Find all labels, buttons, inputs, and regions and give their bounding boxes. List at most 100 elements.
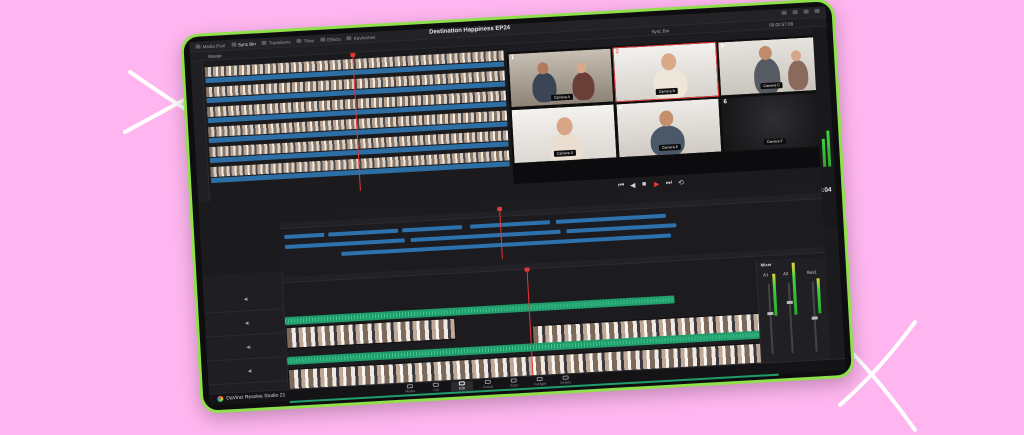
mixer-channel-a2: A2 [783,270,789,277]
play-icon[interactable]: ▶ [654,180,660,188]
camera-number: 3 [720,43,724,50]
quick-export-icon[interactable] [781,10,787,15]
titles-icon [296,38,302,44]
mini-clip[interactable] [469,220,551,229]
mixer-channel-a1: A1 [763,272,769,278]
camera-angle-6[interactable]: 6 Camera F [720,91,828,153]
camera-angle-3[interactable]: 3 Camera C [717,35,825,97]
track-header-a2[interactable]: ◀) [207,357,288,386]
stop-icon[interactable]: ■ [642,181,647,188]
viewer-header: Sync Bin [651,28,670,35]
mixer-channel-bus1: Bus1 [807,269,817,275]
camera-number: 1 [510,54,515,62]
nav-deliver[interactable]: Deliver [555,375,578,386]
nav-label: Edit [458,386,466,391]
tablet-device: Media Pool Sync Bin Transitions Titles E… [179,0,856,414]
audio-mixer: Mixer A1 A2 Bus1 [755,256,832,363]
nav-fusion[interactable]: Fusion [477,379,500,390]
skip-forward-icon[interactable]: ⏭ [666,179,673,187]
brand: DaVinci Resolve Studio 21 [217,392,286,403]
resolve-logo-icon [217,395,224,403]
play-reverse-icon[interactable]: ◀ [630,181,636,189]
nav-edit[interactable]: Edit [450,380,474,392]
camera-number: 4 [513,110,518,118]
tab-label: Titles [303,37,315,44]
mini-clip[interactable] [402,225,463,233]
nav-label: Media [405,389,416,394]
fader-knob[interactable] [767,311,774,316]
track-headers: ◀) ◀) ◀) ◀) [202,271,289,394]
meter-left [821,138,827,167]
mixer-toggle-icon[interactable] [803,9,809,14]
edit-icon [458,381,465,386]
camera-label: Camera A [550,93,574,101]
color-icon [510,378,517,383]
nav-cut[interactable]: Cut [425,382,448,393]
mini-clip[interactable] [555,213,666,224]
camera-label: Camera F [763,137,786,146]
tab-label: Keyframes [353,34,376,41]
person [649,124,686,158]
tab-transitions[interactable]: Transitions [261,38,291,46]
nav-label: Fairlight [533,381,547,387]
channel-level-meter [816,278,822,314]
speaker-icon[interactable]: ◀) [248,368,253,373]
loop-icon[interactable]: ⟲ [678,179,684,187]
mini-clip[interactable] [284,238,405,250]
fader-knob[interactable] [786,300,793,304]
camera-angle-1[interactable]: 1 Camera A [507,47,615,109]
camera-number: 2 [615,49,620,56]
mixer-title: Mixer [760,261,772,268]
tab-label: Media Pool [202,42,226,49]
mini-clip[interactable] [284,232,325,240]
tab-label: Transitions [268,38,291,46]
channel-level-meter [772,273,778,316]
brand-name: DaVinci Resolve Studio 21 [226,392,286,402]
upper-ruler [279,192,823,230]
source-header: Master [208,53,223,60]
media-icon [406,384,414,389]
channel-level-meter [791,262,798,315]
sync-bin-icon [230,42,237,47]
transitions-icon [261,40,267,46]
nav-label: Color [509,383,519,388]
mini-clip[interactable] [566,223,677,234]
viewer-timecode: 00:02:57:08 [769,21,794,28]
tab-titles[interactable]: Titles [296,38,314,44]
media-pool-icon [195,44,201,49]
tablet-frame: Media Pool Sync Bin Transitions Titles E… [179,0,856,414]
camera-label: Camera D [553,149,577,157]
skip-back-icon[interactable]: ⏮ [618,182,625,190]
effects-icon [320,37,326,42]
camera-angle-4[interactable]: 4 Camera D [510,103,618,165]
nav-label: Cut [433,387,439,392]
camera-label: Camera C [760,82,784,90]
camera-number: 5 [618,105,623,112]
tab-label: Effects [326,36,341,42]
source-tape[interactable] [190,44,511,202]
mini-clip[interactable] [328,228,399,237]
camera-label: Camera E [658,143,682,152]
fusion-icon [484,379,491,385]
tab-effects[interactable]: Effects [320,36,341,42]
nav-label: Deliver [560,380,572,385]
tab-label: Sync Bin [237,40,256,47]
camera-angle-2[interactable]: 2 Camera B [612,41,720,103]
speaker-icon[interactable]: ◀) [245,320,250,325]
nav-fairlight[interactable]: Fairlight [529,376,552,387]
speaker-icon[interactable]: ◀) [244,296,249,301]
camera-angle-5[interactable]: 5 Camera E [615,97,723,159]
metadata-icon[interactable] [814,8,820,14]
speaker-icon[interactable]: ◀) [246,344,251,349]
tab-media-pool[interactable]: Media Pool [195,43,225,50]
fader-knob[interactable] [811,316,818,320]
nav-media[interactable]: Media [399,384,422,395]
multicam-viewer[interactable]: 1 Camera A 2 Camera B 3 Camera C 4 Camer… [506,35,828,185]
top-right-tools [781,8,820,15]
full-screen-icon[interactable] [792,10,798,15]
person [652,66,689,102]
nav-color[interactable]: Color [503,378,526,389]
tab-keyframes[interactable]: Keyframes [346,34,376,41]
camera-label: Camera B [655,87,679,96]
tab-sync-bin[interactable]: Sync Bin [230,40,256,47]
